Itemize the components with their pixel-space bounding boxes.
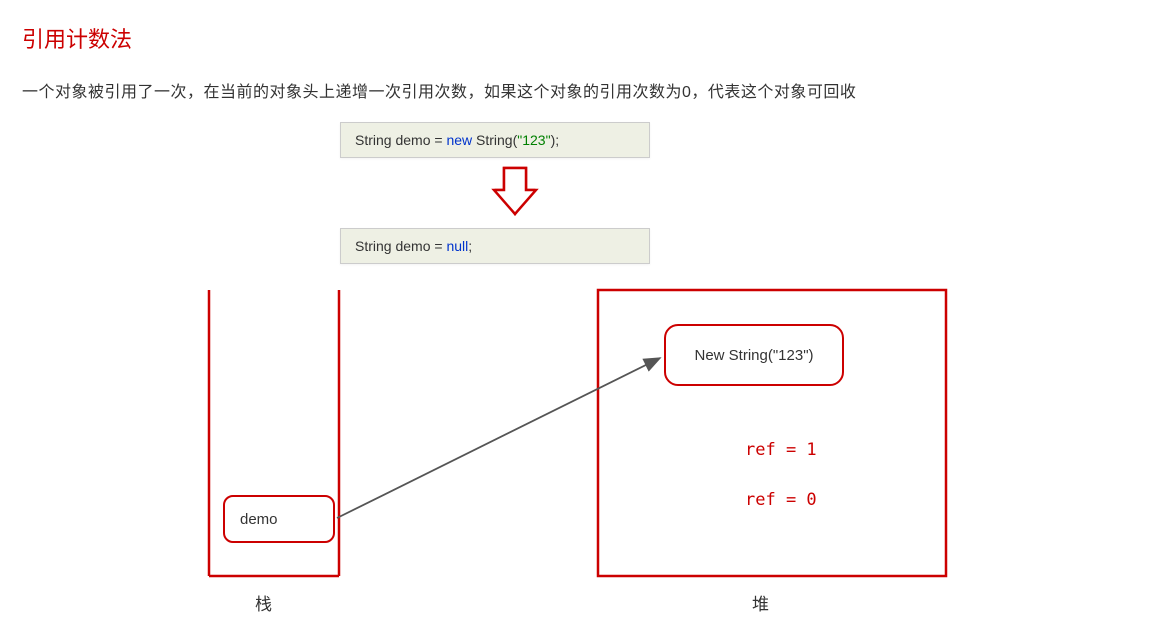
code1-mid: String(: [472, 132, 517, 148]
description-text: 一个对象被引用了一次，在当前的对象头上递增一次引用次数，如果这个对象的引用次数为…: [22, 78, 856, 102]
code1-string-literal: "123": [517, 132, 550, 148]
code2-prefix: String demo =: [355, 238, 446, 254]
code-snippet-1: String demo = new String("123");: [340, 122, 650, 158]
ref-count-1: ref = 1: [745, 440, 817, 460]
code1-new-keyword: new: [446, 132, 472, 148]
code2-null-keyword: null: [446, 238, 468, 254]
ref-count-0: ref = 0: [745, 490, 817, 510]
heap-object-label: New String("123"): [694, 347, 813, 364]
code1-suffix: );: [551, 132, 560, 148]
stack-variable-box: demo: [223, 495, 335, 543]
code2-suffix: ;: [468, 238, 472, 254]
code1-prefix: String demo =: [355, 132, 446, 148]
stack-variable-name: demo: [240, 511, 278, 528]
heap-label: 堆: [752, 590, 769, 615]
stack-label: 栈: [255, 590, 272, 615]
code-snippet-2: String demo = null;: [340, 228, 650, 264]
reference-arrow: [337, 358, 660, 518]
heap-object-box: New String("123"): [664, 324, 844, 386]
down-arrow-icon: [494, 168, 536, 214]
page-title: 引用计数法: [22, 22, 132, 54]
